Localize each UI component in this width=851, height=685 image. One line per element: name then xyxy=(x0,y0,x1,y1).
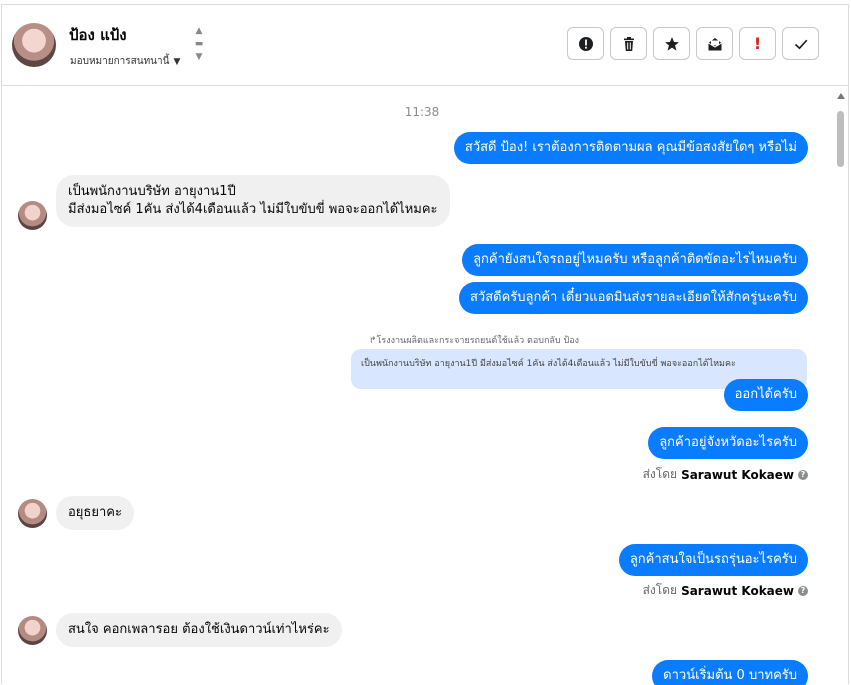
reply-label: ↱โรงงานผลิตและกระจายรถยนต์ใช้แล้ว ตอบกลั… xyxy=(369,333,579,347)
outgoing-message[interactable]: ลูกค้ายังสนใจรถอยู่ไหมครับ หรือลูกค้าติด… xyxy=(462,244,808,276)
star-button[interactable] xyxy=(653,27,690,60)
contact-avatar[interactable] xyxy=(12,23,56,67)
contact-name[interactable]: ป้อง แป้ง xyxy=(69,23,127,47)
contact-avatar-small xyxy=(18,616,47,645)
message-thread[interactable]: 11:38 สวัสดี ป้อง! เราต้องการติดตามผล คุ… xyxy=(2,87,848,685)
sender-name: Sarawut Kokaew xyxy=(681,583,794,598)
alert-icon xyxy=(578,36,593,51)
sent-by-label: ส่งโดย Sarawut Kokaew ? xyxy=(643,581,808,600)
message-line: เป็นพนักงานบริษัท อายุงาน1ปี xyxy=(68,184,236,199)
contact-avatar-small xyxy=(18,499,47,528)
scroll-thumb[interactable] xyxy=(837,111,844,167)
assign-conversation-dropdown[interactable]: มอบหมายการสนทนานี้ ▼ xyxy=(70,54,180,69)
mark-unread-button[interactable] xyxy=(696,27,733,60)
reply-arrow-icon: ↱ xyxy=(369,336,377,346)
mail-open-icon xyxy=(707,37,722,50)
incoming-message[interactable]: อยุธยาคะ xyxy=(56,496,134,530)
conversation-panel: ป้อง แป้ง มอบหมายการสนทนานี้ ▼ ▲ ▬ ▼ ! 1… xyxy=(1,4,849,685)
chevron-down-icon: ▼ xyxy=(173,56,181,67)
sent-by-prefix: ส่งโดย xyxy=(642,583,678,597)
outgoing-message[interactable]: สวัสดีครับลูกค้า เดี๋ยวแอดมินส่งรายละเอี… xyxy=(458,282,808,314)
check-icon xyxy=(794,39,807,49)
assign-label: มอบหมายการสนทนานี้ xyxy=(70,56,170,67)
scrollbar[interactable] xyxy=(834,87,848,685)
message-timestamp: 11:38 xyxy=(404,105,440,119)
conversation-toolbar: ! xyxy=(567,27,819,60)
mark-done-button[interactable] xyxy=(782,27,819,60)
drag-handle-icon: ▬ xyxy=(194,39,204,49)
conversation-header: ป้อง แป้ง มอบหมายการสนทนานี้ ▼ ▲ ▬ ▼ ! xyxy=(2,5,848,86)
exclamation-icon: ! xyxy=(753,34,762,53)
trash-icon xyxy=(623,36,634,51)
chevron-down-icon[interactable]: ▼ xyxy=(194,51,204,64)
reply-label-text: โรงงานผลิตและกระจายรถยนต์ใช้แล้ว ตอบกลับ… xyxy=(376,336,580,346)
outgoing-message[interactable]: ลูกค้าสนใจเป็นรถรุ่นอะไรครับ xyxy=(618,544,808,576)
help-icon[interactable]: ? xyxy=(798,585,808,596)
contact-avatar-small xyxy=(18,201,47,230)
scroll-up-arrow-icon[interactable] xyxy=(837,93,845,99)
outgoing-message[interactable]: ออกได้ครับ xyxy=(723,379,808,411)
outgoing-message[interactable]: สวัสดี ป้อง! เราต้องการติดตามผล คุณมีข้อ… xyxy=(453,132,808,164)
help-icon[interactable]: ? xyxy=(798,469,808,480)
sender-name: Sarawut Kokaew xyxy=(681,467,794,482)
sent-by-label: ส่งโดย Sarawut Kokaew ? xyxy=(643,465,808,484)
outgoing-message[interactable]: ลูกค้าอยู่จังหวัดอะไรครับ xyxy=(648,427,808,459)
follow-up-button[interactable]: ! xyxy=(739,27,776,60)
delete-button[interactable] xyxy=(610,27,647,60)
navigate-conversations[interactable]: ▲ ▬ ▼ xyxy=(194,25,204,67)
incoming-message[interactable]: สนใจ คอกเพลารอย ต้องใช้เงินดาวน์เท่าไหร่… xyxy=(56,613,342,647)
chevron-up-icon[interactable]: ▲ xyxy=(194,25,204,38)
sent-by-prefix: ส่งโดย xyxy=(642,467,678,481)
mark-spam-button[interactable] xyxy=(567,27,604,60)
star-icon xyxy=(664,36,679,51)
outgoing-message[interactable]: ดาวน์เริ่มต้น 0 บาทครับ xyxy=(652,660,808,685)
message-line: มีส่งมอไซค์ 1คัน ส่งได้4เดือนแล้ว ไม่มีใ… xyxy=(68,202,438,217)
incoming-message[interactable]: เป็นพนักงานบริษัท อายุงาน1ปี มีส่งมอไซค์… xyxy=(56,175,450,227)
